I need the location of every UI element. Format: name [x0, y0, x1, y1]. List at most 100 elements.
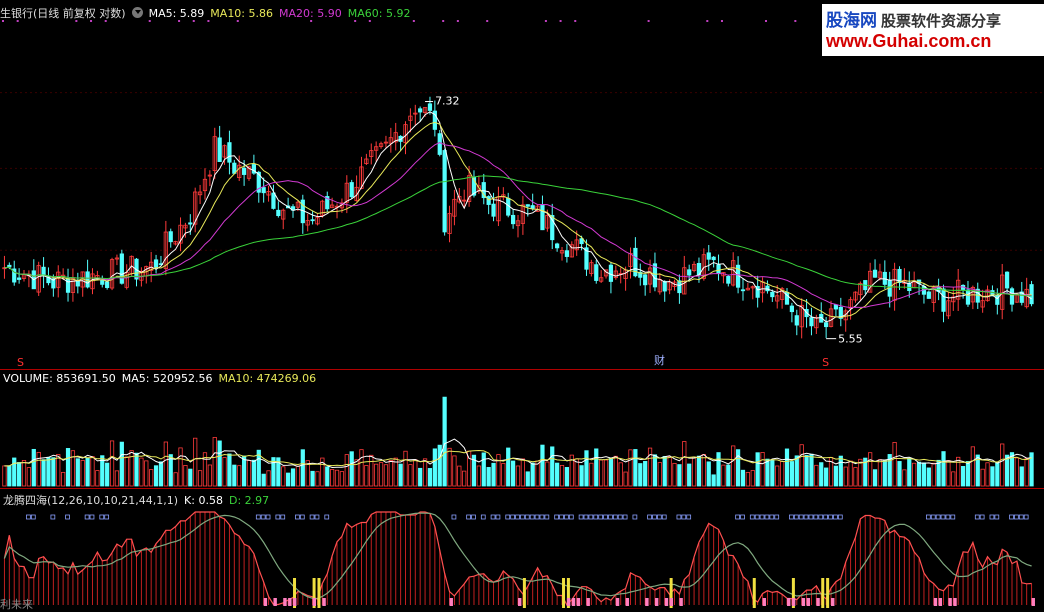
- volume-bar: [46, 456, 51, 487]
- candle-body: [85, 271, 90, 288]
- volume-bar: [212, 437, 217, 487]
- volume-bar: [163, 441, 168, 487]
- volume-bar: [985, 462, 990, 487]
- volume-bar: [809, 453, 814, 487]
- volume-bar: [232, 464, 237, 487]
- indicator-band-mark: [789, 514, 794, 520]
- signal-block: [669, 598, 674, 606]
- candle-body: [7, 264, 12, 268]
- volume-bar: [95, 470, 100, 487]
- indicator-band-mark: [793, 514, 799, 520]
- volume-bar: [452, 455, 457, 487]
- indicator-band-mark: [510, 514, 515, 520]
- buy-signal: [522, 578, 526, 608]
- dropdown-icon[interactable]: [131, 7, 143, 18]
- indicator-band-mark: [652, 514, 657, 520]
- volume-bar: [520, 458, 526, 487]
- indicator-band-mark: [99, 514, 105, 520]
- indicator-band-mark: [520, 514, 525, 520]
- volume-bar: [65, 448, 71, 487]
- volume-bar: [618, 462, 623, 487]
- candle-body: [824, 322, 829, 328]
- indicator-name: 龙腾四海(12,26,10,10,21,44,1,1): [3, 494, 179, 507]
- signal-block: [615, 598, 620, 606]
- indicator-band-mark: [803, 514, 809, 520]
- volume-bar: [41, 459, 46, 487]
- indicator-band-mark: [823, 514, 828, 520]
- volume-bar: [383, 464, 389, 487]
- indicator-band-mark: [564, 514, 569, 520]
- indicator-k: K: 0.58: [184, 494, 223, 507]
- volume-bar: [804, 454, 809, 487]
- volume-bar: [926, 467, 931, 487]
- volume-bar: [31, 448, 36, 487]
- volume-bar: [770, 459, 775, 487]
- volume-bar: [290, 468, 296, 487]
- volume-bar: [330, 469, 335, 487]
- indicator-band-mark: [495, 514, 501, 520]
- indicator-band-mark: [314, 514, 320, 520]
- volume-bar: [2, 465, 7, 487]
- volume-bar: [931, 462, 936, 487]
- volume-bar: [628, 449, 633, 487]
- signal-dot: [544, 20, 547, 22]
- indicator-band-mark: [740, 514, 745, 520]
- indicator-band-mark: [828, 514, 833, 520]
- indicator-band-mark: [84, 514, 90, 520]
- candle-body: [491, 203, 496, 217]
- ma10-label: MA10: 5.86: [210, 7, 274, 20]
- volume-bar: [687, 463, 692, 487]
- indicator-band-mark: [632, 514, 638, 520]
- volume-bar: [589, 462, 594, 487]
- indicator-band-mark: [656, 514, 662, 520]
- volume-bar: [359, 449, 364, 487]
- buy-signal: [317, 578, 321, 608]
- volume-bar: [1024, 458, 1029, 487]
- volume-bar: [1014, 457, 1019, 487]
- volume-bar: [334, 469, 340, 487]
- candle-body: [564, 250, 570, 257]
- signal-dot: [574, 20, 577, 22]
- candle-body: [525, 204, 530, 207]
- volume-bar: [462, 470, 467, 487]
- indicator-band-mark: [89, 514, 95, 520]
- volume-bar: [701, 454, 706, 487]
- signal-block: [576, 598, 581, 606]
- indicator-band-mark: [490, 514, 496, 520]
- volume-bar: [550, 446, 555, 487]
- indicator-band-mark: [950, 514, 956, 520]
- indicator-band-mark: [505, 514, 511, 520]
- candle-body: [75, 280, 80, 287]
- volume-bar: [36, 451, 41, 487]
- volume-bar: [413, 459, 418, 487]
- indicator-band-mark: [603, 514, 608, 520]
- volume-bar: [877, 459, 883, 487]
- indicator-band-mark: [764, 514, 770, 520]
- signal-block: [566, 598, 571, 606]
- volume-label: VOLUME: 853691.50: [3, 372, 116, 385]
- signal-block: [762, 598, 766, 606]
- signal-block: [664, 598, 669, 606]
- candle-body: [706, 252, 711, 260]
- volume-bar: [740, 469, 746, 487]
- volume-bar: [892, 441, 897, 487]
- signal-block: [571, 598, 576, 606]
- volume-bar: [731, 445, 736, 487]
- buy-signal: [562, 578, 566, 608]
- volume-bar: [965, 461, 971, 487]
- volume-bar: [183, 465, 188, 487]
- panel-separator: [0, 488, 1044, 489]
- volume-bar: [144, 460, 149, 487]
- candle-body: [100, 279, 105, 285]
- signal-block: [586, 598, 590, 606]
- stock-chart: 7.32 5.55 S S 财: [0, 20, 1044, 608]
- indicator-band-mark: [622, 514, 628, 520]
- volume-bar: [721, 464, 726, 487]
- indicator-band-mark: [979, 514, 985, 520]
- volume-bar: [427, 468, 433, 487]
- volume-bar: [173, 472, 178, 487]
- volume-bar: [506, 447, 511, 487]
- candle-body: [105, 281, 110, 288]
- indicator-band-mark: [104, 514, 110, 520]
- volume-bar: [364, 465, 369, 487]
